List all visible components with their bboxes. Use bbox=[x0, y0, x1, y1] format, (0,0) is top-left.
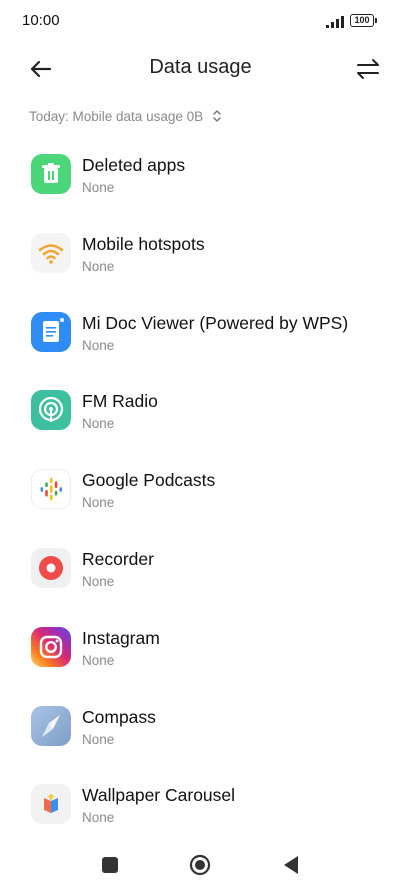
app-name: Google Podcasts bbox=[82, 470, 216, 491]
record-icon bbox=[31, 547, 71, 588]
swap-arrows-icon[interactable] bbox=[353, 54, 383, 84]
app-name: Mobile hotspots bbox=[82, 233, 205, 254]
compass-icon bbox=[31, 705, 71, 746]
app-name: FM Radio bbox=[82, 391, 158, 412]
app-row-instagram[interactable]: Instagram None bbox=[0, 618, 401, 697]
app-row-deleted-apps[interactable]: Deleted apps None bbox=[0, 145, 401, 224]
podcasts-icon bbox=[31, 469, 71, 510]
app-usage: None bbox=[82, 731, 115, 747]
data-usage-summary: Today: Mobile data usage 0B bbox=[29, 108, 204, 124]
battery-level: 100 bbox=[354, 15, 370, 25]
app-row-mobile-hotspots[interactable]: Mobile hotspots None bbox=[0, 224, 401, 303]
app-row-google-podcasts[interactable]: Google Podcasts None bbox=[0, 460, 401, 539]
app-usage: None bbox=[82, 180, 115, 195]
app-name: Recorder bbox=[82, 548, 154, 569]
app-name: Instagram bbox=[82, 627, 160, 648]
data-usage-period-selector[interactable]: Today: Mobile data usage 0B bbox=[29, 106, 223, 126]
app-usage: None bbox=[82, 810, 115, 826]
app-list: Deleted apps None Mobile hotspots None M… bbox=[0, 145, 401, 854]
wifi-hotspot-icon bbox=[31, 232, 71, 273]
page-title: Data usage bbox=[149, 56, 252, 78]
app-usage: None bbox=[82, 495, 115, 511]
radio-icon bbox=[31, 390, 71, 431]
nav-back-button[interactable] bbox=[283, 855, 299, 875]
trash-icon bbox=[31, 154, 71, 194]
app-bar: Data usage bbox=[0, 44, 401, 94]
app-usage: None bbox=[82, 337, 115, 353]
wallpaper-icon bbox=[31, 784, 71, 825]
instagram-icon bbox=[31, 626, 71, 667]
app-name: Deleted apps bbox=[82, 155, 186, 175]
battery-icon: 100 bbox=[350, 14, 377, 27]
status-time: 10:00 bbox=[22, 12, 60, 29]
signal-icon bbox=[326, 16, 344, 28]
app-usage: None bbox=[82, 652, 115, 668]
home-button[interactable] bbox=[189, 854, 211, 876]
app-row-fm-radio[interactable]: FM Radio None bbox=[0, 381, 401, 460]
status-bar: 10:00 100 bbox=[0, 0, 401, 44]
app-usage: None bbox=[82, 573, 115, 589]
app-name: Mi Doc Viewer (Powered by WPS) bbox=[82, 312, 349, 333]
app-row-recorder[interactable]: Recorder None bbox=[0, 539, 401, 618]
navigation-bar bbox=[0, 840, 401, 892]
app-name: Wallpaper Carousel bbox=[82, 785, 236, 806]
document-icon bbox=[31, 311, 71, 352]
app-row-mi-doc-viewer[interactable]: Mi Doc Viewer (Powered by WPS) None bbox=[0, 303, 401, 382]
app-row-compass[interactable]: Compass None bbox=[0, 697, 401, 776]
up-down-chevron-icon bbox=[213, 110, 221, 122]
recent-apps-button[interactable] bbox=[102, 857, 118, 873]
app-usage: None bbox=[82, 258, 115, 274]
app-usage: None bbox=[82, 416, 115, 432]
app-name: Compass bbox=[82, 706, 156, 727]
